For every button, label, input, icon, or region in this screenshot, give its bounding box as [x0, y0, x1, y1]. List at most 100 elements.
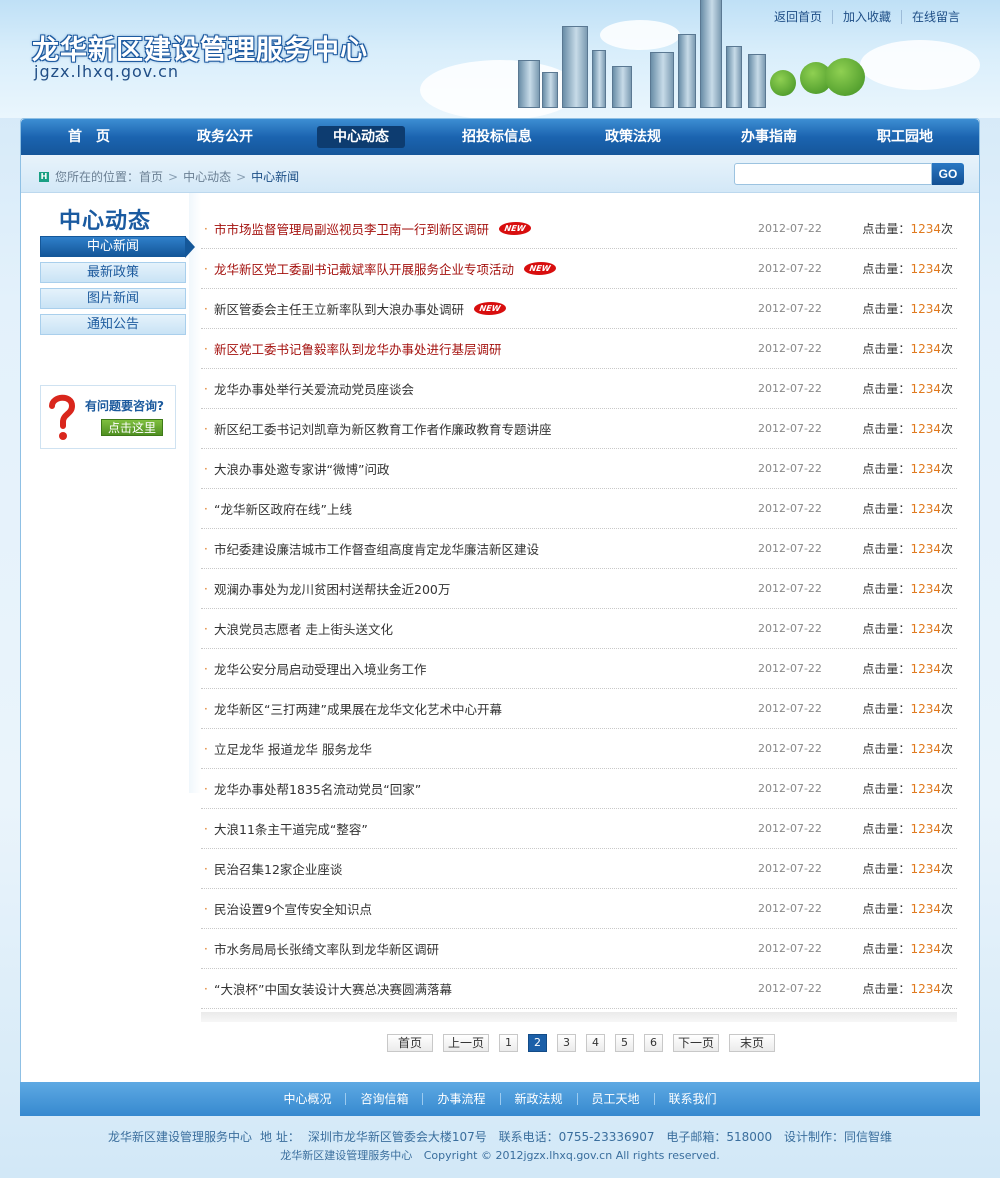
news-hits: 点击量：1234次: [862, 980, 953, 997]
breadcrumb-section[interactable]: 中心动态: [183, 168, 231, 185]
hits-count: 1234: [910, 662, 941, 676]
add-favorite-link[interactable]: 加入收藏: [831, 10, 901, 24]
footer-link-staff[interactable]: 员工天地: [576, 1093, 654, 1105]
news-hits: 点击量：1234次: [862, 300, 953, 317]
home-marker-icon: H: [39, 171, 49, 182]
news-row: · 民治设置9个宣传安全知识点 2012-07-22 点击量：1234次: [201, 889, 957, 929]
news-title-link[interactable]: 大浪党员志愿者 走上街头送文化: [214, 619, 393, 638]
news-title-link[interactable]: 民治召集12家企业座谈: [214, 859, 342, 878]
home-link[interactable]: 返回首页: [764, 10, 832, 24]
news-row: · 新区党工委书记鲁毅率队到龙华办事处进行基层调研 2012-07-22 点击量：12…: [201, 329, 957, 369]
news-title-link[interactable]: “大浪杯”中国女装设计大赛总决赛圆满落幕: [214, 979, 452, 998]
news-title-link[interactable]: 立足龙华 报道龙华 服务龙华: [214, 739, 372, 758]
news-title-link[interactable]: 大浪11条主干道完成“整容”: [214, 819, 368, 838]
nav-item-home[interactable]: 首 页: [21, 126, 157, 148]
hits-count: 1234: [910, 582, 941, 596]
news-row: · “龙华新区政府在线”上线 2012-07-22 点击量：1234次: [201, 489, 957, 529]
news-hits: 点击量：1234次: [862, 460, 953, 477]
pager-last-button[interactable]: 末页: [729, 1034, 775, 1052]
nav-item-policies[interactable]: 政策法规: [565, 126, 701, 148]
news-title-link[interactable]: 龙华新区“三打两建”成果展在龙华文化艺术中心开幕: [214, 699, 502, 718]
pager-page-6[interactable]: 6: [644, 1034, 663, 1052]
footer-email: 电子邮箱：518000: [666, 1130, 773, 1144]
footer-link-mailbox[interactable]: 咨询信箱: [345, 1093, 422, 1105]
footer-link-regulations[interactable]: 新政法规: [499, 1093, 577, 1105]
nav-item-staff-garden[interactable]: 职工园地: [837, 126, 973, 148]
pager-prev-button[interactable]: 上一页: [443, 1034, 489, 1052]
pager-next-button[interactable]: 下一页: [673, 1034, 719, 1052]
hits-count: 1234: [910, 302, 941, 316]
news-title-link[interactable]: 龙华公安分局启动受理出入境业务工作: [214, 659, 427, 678]
news-title-link[interactable]: 新区纪工委书记刘凯章为新区教育工作者作廉政教育专题讲座: [214, 419, 552, 438]
hits-unit: 次: [940, 702, 953, 716]
hits-unit: 次: [940, 582, 953, 596]
nav-item-service-guide[interactable]: 办事指南: [701, 126, 837, 148]
pagination: 首页 上一页 1 2 3 4 5 6 下一页 末页: [387, 1034, 785, 1052]
copyright-text: Copyright © 2012jgzx.lhxq.gov.cn All rig…: [423, 1149, 720, 1162]
pager-page-2[interactable]: 2: [528, 1034, 547, 1052]
breadcrumb-home[interactable]: 首页: [139, 168, 163, 185]
pager-first-button[interactable]: 首页: [387, 1034, 433, 1052]
chevron-right-icon: >: [168, 169, 179, 184]
nav-item-bidding[interactable]: 招投标信息: [429, 126, 565, 148]
hits-label: 点击量：: [862, 862, 911, 876]
news-title-link[interactable]: 市水务局局长张绮文率队到龙华新区调研: [214, 939, 439, 958]
news-row: · 立足龙华 报道龙华 服务龙华 2012-07-22 点击量：1234次: [201, 729, 957, 769]
hits-label: 点击量：: [862, 982, 911, 996]
pager-page-3[interactable]: 3: [557, 1034, 576, 1052]
nav-item-government-affairs[interactable]: 政务公开: [157, 126, 293, 148]
news-row: · 龙华公安分局启动受理出入境业务工作 2012-07-22 点击量：1234次: [201, 649, 957, 689]
footer-link-contact[interactable]: 联系我们: [653, 1093, 731, 1105]
footer-link-overview[interactable]: 中心概况: [269, 1093, 345, 1105]
sidebar-menu: 中心新闻 最新政策 图片新闻 通知公告: [40, 236, 195, 340]
news-row: · 大浪办事处邀专家讲“微博”问政 2012-07-22 点击量：1234次: [201, 449, 957, 489]
news-title-link[interactable]: 龙华办事处举行关爱流动党员座谈会: [214, 379, 414, 398]
bullet-icon: ·: [204, 421, 208, 436]
hits-count: 1234: [910, 982, 941, 996]
sidebar-item-latest-policy[interactable]: 最新政策: [40, 262, 186, 283]
hits-label: 点击量：: [862, 622, 911, 636]
news-title-link[interactable]: 新区管委会主任王立新率队到大浪办事处调研: [214, 299, 464, 318]
news-title-link[interactable]: 大浪办事处邀专家讲“微博”问政: [214, 459, 389, 478]
news-title-link[interactable]: 龙华新区党工委副书记戴斌率队开展服务企业专项活动: [214, 259, 514, 278]
footer-link-process[interactable]: 办事流程: [422, 1093, 499, 1105]
news-title-link[interactable]: 市市场监督管理局副巡视员李卫南一行到新区调研: [214, 219, 489, 238]
online-message-link[interactable]: 在线留言: [900, 10, 970, 24]
news-date: 2012-07-22: [758, 742, 822, 755]
news-date: 2012-07-22: [758, 822, 822, 835]
sidebar-item-center-news[interactable]: 中心新闻: [40, 236, 195, 258]
consult-click-button[interactable]: 点击这里: [101, 419, 163, 436]
sidebar-item-picture-news[interactable]: 图片新闻: [40, 288, 186, 309]
news-title-link[interactable]: 观澜办事处为龙川贫困村送帮扶金近200万: [214, 579, 450, 598]
nav-item-center-news[interactable]: 中心动态: [317, 126, 405, 148]
hits-count: 1234: [910, 502, 941, 516]
search-go-button[interactable]: GO: [932, 163, 964, 185]
news-title-link[interactable]: 市纪委建设廉洁城市工作督查组高度肯定龙华廉洁新区建设: [214, 539, 539, 558]
search-input[interactable]: [734, 163, 932, 185]
news-hits: 点击量：1234次: [862, 380, 953, 397]
hits-label: 点击量：: [862, 422, 911, 436]
hits-unit: 次: [940, 422, 953, 436]
hits-label: 点击量：: [862, 582, 911, 596]
news-title-link[interactable]: 龙华办事处帮1835名流动党员“回家”: [214, 779, 421, 798]
bullet-icon: ·: [204, 901, 208, 916]
hits-label: 点击量：: [862, 342, 911, 356]
pager-page-4[interactable]: 4: [586, 1034, 605, 1052]
pager-page-1[interactable]: 1: [499, 1034, 518, 1052]
news-date: 2012-07-22: [758, 862, 822, 875]
news-title-link[interactable]: 民治设置9个宣传安全知识点: [214, 899, 372, 918]
news-date: 2012-07-22: [758, 542, 822, 555]
news-hits: 点击量：1234次: [862, 260, 953, 277]
news-row: · 民治召集12家企业座谈 2012-07-22 点击量：1234次: [201, 849, 957, 889]
news-title-link[interactable]: “龙华新区政府在线”上线: [214, 499, 352, 518]
breadcrumb-prefix: 您所在的位置：: [55, 170, 140, 184]
news-title-link[interactable]: 新区党工委书记鲁毅率队到龙华办事处进行基层调研: [214, 339, 502, 358]
pager-page-5[interactable]: 5: [615, 1034, 634, 1052]
news-list: · 市市场监督管理局副巡视员李卫南一行到新区调研 NEW 2012-07-22 点击量：…: [201, 209, 957, 1009]
main-frame: 首 页 政务公开 中心动态 招投标信息 政策法规 办事指南 职工园地 H 您所在…: [20, 118, 980, 1116]
hits-count: 1234: [910, 902, 941, 916]
breadcrumb-bar: H 您所在的位置： 首页 > 中心动态 > 中心新闻 GO: [21, 155, 979, 193]
news-date: 2012-07-22: [758, 902, 822, 915]
hits-label: 点击量：: [862, 662, 911, 676]
sidebar-item-notice[interactable]: 通知公告: [40, 314, 186, 335]
